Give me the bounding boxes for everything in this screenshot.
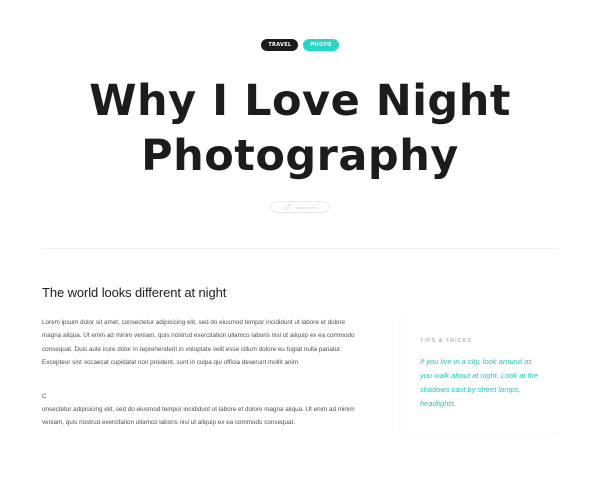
article-paragraph-2: C bbox=[42, 393, 47, 400]
tag-photo[interactable]: PHOTO bbox=[303, 39, 339, 51]
article-paragraph-1: Lorem ipsum dolor sit amet, consectetur … bbox=[42, 319, 355, 366]
divider bbox=[41, 248, 559, 249]
article-paragraph-3: onsectetur adipisicing elit, sed do eius… bbox=[42, 406, 355, 427]
sidebar-label: TIPS & TRICKS bbox=[420, 338, 473, 344]
share-label: Share meet bbox=[295, 204, 317, 210]
share-icon bbox=[284, 204, 290, 210]
title-line-2: Photography bbox=[141, 131, 459, 181]
title-line-1: Why I Love Night bbox=[89, 76, 511, 126]
tag-travel[interactable]: TRAVEL bbox=[261, 39, 299, 51]
page-title: Why I Love Night Photography bbox=[0, 74, 600, 184]
tips-sidebar: TIPS & TRICKS If you live in a city, loo… bbox=[401, 317, 558, 433]
sidebar-quote: If you live in a city, look around as yo… bbox=[420, 357, 538, 408]
article-subheading: The world looks different at night bbox=[42, 285, 227, 300]
share-button[interactable]: Share meet bbox=[271, 201, 329, 213]
tag-list: TRAVEL PHOTO bbox=[0, 39, 600, 51]
